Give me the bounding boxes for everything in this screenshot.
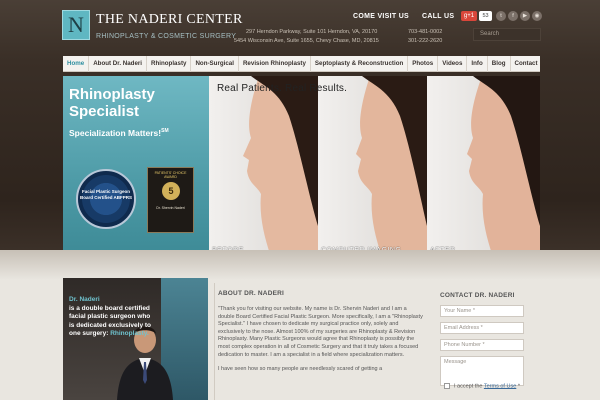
patients-choice-award: PATIENTS' CHOICE AWARD 5 Dr. Shervin Nad… (147, 167, 194, 233)
after-panel: AFTER (427, 76, 540, 257)
facebook-icon[interactable]: f (508, 11, 518, 21)
google-plus-button[interactable]: g+1 (461, 11, 477, 21)
contact-heading: CONTACT DR. NADERI (440, 292, 515, 299)
nav-home[interactable]: Home (63, 55, 90, 72)
about-paragraph-2: I have seen how so many people are needl… (218, 366, 383, 373)
board-certified-seal: Facial Plastic Surgeon Board Certified A… (76, 169, 136, 229)
contact-form: CONTACT DR. NADERI Your Name * Email Add… (440, 292, 530, 391)
name-field[interactable]: Your Name * (440, 305, 524, 317)
banner-subtitle: Specialization Matters!SM (69, 128, 169, 138)
youtube-icon[interactable]: ▶ (520, 11, 530, 21)
twitter-icon[interactable]: t (496, 11, 506, 21)
terms-link[interactable]: Terms of Use (484, 383, 516, 389)
banner-title: Rhinoplasty Specialist (69, 86, 155, 120)
imaging-face-photo (356, 76, 427, 257)
before-face-photo (243, 76, 318, 257)
brand-tagline: RHINOPLASTY & COSMETIC SURGERY (96, 33, 237, 40)
about-section: ABOUT DR. NADERI "Thank you for visiting… (218, 290, 424, 381)
nav-photos[interactable]: Photos (408, 55, 439, 72)
about-paragraph-1: "Thank you for visiting our website. My … (218, 306, 423, 358)
doctor-specialty: Rhinoplasty. (110, 330, 149, 337)
banner-headline: Real Patients. Real Results. (217, 83, 348, 94)
doctor-promo[interactable]: Dr. Naderi is a double board certified f… (63, 278, 208, 400)
award-medal-icon: 5 (162, 182, 180, 200)
banner-left-panel: Rhinoplasty Specialist Specialization Ma… (63, 76, 209, 257)
banner-subtitle-text: Specialization Matters! (69, 128, 162, 138)
nav-non-surgical[interactable]: Non-Surgical (191, 55, 239, 72)
nav-blog[interactable]: Blog (488, 55, 511, 72)
nav-revision-rhinoplasty[interactable]: Revision Rhinoplasty (239, 55, 311, 72)
address-herndon: 297 Herndon Parkway, Suite 101 Herndon, … (246, 29, 378, 35)
award-name: Dr. Shervin Naderi (156, 206, 185, 210)
doctor-name: Dr. Naderi (69, 296, 100, 303)
nav-contact[interactable]: Contact (511, 56, 542, 72)
banner-shadow (0, 250, 600, 280)
hero-banner[interactable]: Rhinoplasty Specialist Specialization Ma… (63, 76, 540, 257)
nav-info[interactable]: Info (467, 55, 488, 72)
doctor-promo-text: Dr. Naderi is a double board certified f… (69, 296, 155, 339)
address-chevy-chase: 5454 Wisconsin Ave, Suite 1655, Chevy Ch… (234, 38, 379, 44)
about-heading: ABOUT DR. NADERI (218, 290, 285, 297)
brand-name[interactable]: THE NADERI CENTER (96, 12, 243, 28)
phone-chevy-chase: 301-222-2620 (408, 38, 443, 44)
nav-about[interactable]: About Dr. Naderi (89, 55, 148, 72)
service-mark: SM (161, 128, 169, 135)
message-field[interactable]: Message (440, 356, 524, 386)
divider (214, 283, 215, 400)
nav-septoplasty[interactable]: Septoplasty & Reconstruction (311, 55, 409, 72)
email-field[interactable]: Email Address * (440, 322, 524, 334)
required-mark: * (517, 383, 520, 390)
call-us-label: CALL US (422, 13, 455, 20)
after-face-photo (467, 76, 540, 257)
terms-acceptance: I accept the Terms of Use * (444, 383, 520, 389)
nav-videos[interactable]: Videos (438, 55, 468, 72)
before-panel: BEFORE (209, 76, 318, 257)
accept-text: I accept the (454, 383, 483, 390)
award-top-text: PATIENTS' CHOICE AWARD (154, 171, 187, 179)
phone-field[interactable]: Phone Number * (440, 339, 524, 351)
terms-checkbox[interactable] (444, 383, 450, 389)
seal-text: Facial Plastic Surgeon Board Certified A… (79, 189, 133, 200)
nav-rhinoplasty[interactable]: Rhinoplasty (147, 55, 192, 72)
rss-icon[interactable]: ◉ (532, 11, 542, 21)
logo-icon[interactable]: N (62, 10, 90, 40)
main-nav: Home About Dr. Naderi Rhinoplasty Non-Su… (63, 55, 542, 72)
imaging-panel: COMPUTER IMAGING (318, 76, 427, 257)
come-visit-label: COME VISIT US (353, 13, 410, 20)
google-plus-count: 53 (479, 11, 492, 21)
search-input[interactable]: Search (473, 28, 541, 41)
phone-herndon: 703-481-0002 (408, 29, 443, 35)
